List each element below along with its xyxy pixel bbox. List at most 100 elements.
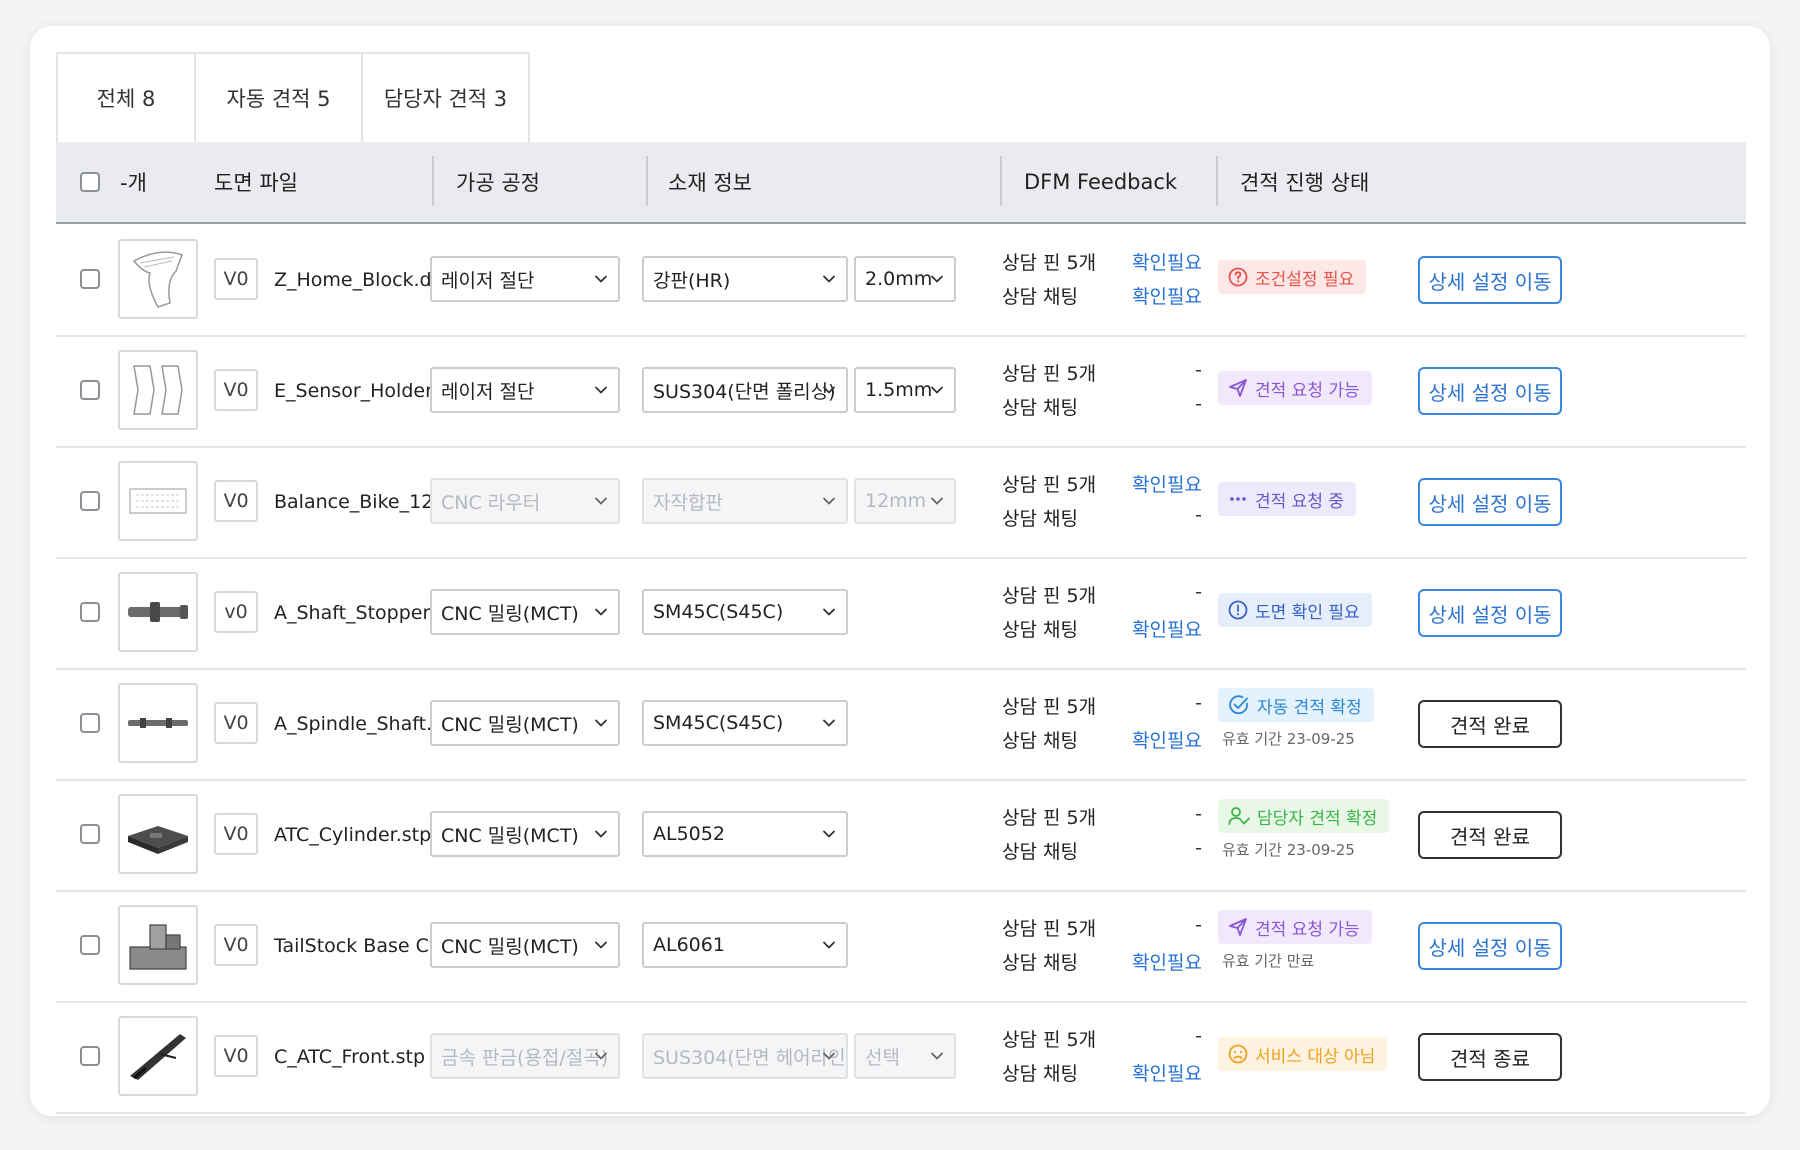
material-select-value: SM45C(S45C): [653, 712, 784, 734]
row-checkbox[interactable]: [80, 491, 100, 511]
row-action-button[interactable]: 상세 설정 이동: [1418, 589, 1562, 637]
version-badge[interactable]: V0: [214, 813, 258, 855]
status-badge: 견적 요청 중: [1218, 482, 1357, 516]
row-checkbox[interactable]: [80, 1046, 100, 1066]
row-action-button[interactable]: 상세 설정 이동: [1418, 256, 1562, 304]
block-part-icon[interactable]: [118, 905, 198, 985]
process-select-value: CNC 밀링(MCT): [441, 602, 579, 625]
row-checkbox[interactable]: [80, 269, 100, 289]
material-select[interactable]: AL6061: [642, 922, 848, 968]
material-select[interactable]: AL5052: [642, 811, 848, 857]
dfm-chat-label: 상담 채팅: [1002, 397, 1078, 419]
thickness-select-value: 선택: [865, 1046, 900, 1069]
file-name[interactable]: ATC_Cylinder.stp: [274, 779, 431, 890]
status-badge: 서비스 대상 아님: [1218, 1037, 1388, 1071]
send-icon: [1228, 378, 1255, 398]
process-select-value: CNC 밀링(MCT): [441, 824, 579, 847]
dfm-chat-label: 상담 채팅: [1002, 730, 1078, 752]
dfm-chat-label: 상담 채팅: [1002, 1063, 1078, 1085]
version-badge[interactable]: V0: [214, 480, 258, 522]
file-name[interactable]: Z_Home_Block.dxf: [274, 224, 450, 335]
material-select[interactable]: 강판(HR): [642, 256, 848, 302]
table-row: v0 A_Shaft_Stopper.stp CNC 밀링(MCT) SM45C(S4…: [56, 557, 1746, 670]
table-row: V0 Z_Home_Block.dxf 레이저 절단 강판(HR) 2.0mm 상담 핀 …: [56, 224, 1746, 337]
column-header-process: 가공 공정: [456, 171, 540, 195]
material-select-value: 강판(HR): [653, 269, 731, 292]
status-label: 서비스 대상 아님: [1255, 1046, 1376, 1067]
process-select[interactable]: CNC 밀링(MCT): [430, 922, 620, 968]
frame-part-icon[interactable]: [118, 1016, 198, 1096]
row-action-button[interactable]: 상세 설정 이동: [1418, 922, 1562, 970]
process-select[interactable]: 레이저 절단: [430, 367, 620, 413]
select-all-checkbox[interactable]: [80, 172, 100, 192]
flat-part-icon[interactable]: [118, 239, 198, 319]
row-action-button[interactable]: 견적 완료: [1418, 700, 1562, 748]
frown-icon: [1228, 1044, 1255, 1064]
material-select: 자작합판: [642, 478, 848, 524]
row-action-button[interactable]: 견적 종료: [1418, 1033, 1562, 1081]
version-badge[interactable]: V0: [214, 258, 258, 300]
shaft-part-icon[interactable]: [118, 572, 198, 652]
dfm-chat-value[interactable]: 확인필요: [1082, 615, 1202, 642]
bracket-part-icon[interactable]: [118, 350, 198, 430]
dfm-pin-value: -: [1195, 359, 1202, 381]
dfm-chat-value[interactable]: 확인필요: [1082, 948, 1202, 975]
status-label: 자동 견적 확정: [1257, 697, 1362, 718]
dfm-chat-value: -: [1195, 504, 1202, 526]
spindle-part-icon[interactable]: [118, 683, 198, 763]
dfm-chat-value[interactable]: 확인필요: [1082, 726, 1202, 753]
process-select[interactable]: 레이저 절단: [430, 256, 620, 302]
dfm-pin-value[interactable]: 확인필요: [1082, 470, 1202, 497]
selected-count-label: -개: [120, 171, 147, 195]
tab-auto-quote[interactable]: 자동 견적 5: [196, 52, 363, 142]
column-header-material: 소재 정보: [668, 171, 752, 195]
table-row: V0 Balance_Bike_12T.dxf CNC 라우터 자작합판 12mm 상담 …: [56, 446, 1746, 559]
send-icon: [1228, 917, 1255, 937]
dfm-chat-value[interactable]: 확인필요: [1082, 282, 1202, 309]
material-select[interactable]: SUS304(단면 폴리싱): [642, 367, 848, 413]
row-checkbox[interactable]: [80, 602, 100, 622]
material-select[interactable]: SM45C(S45C): [642, 589, 848, 635]
process-select[interactable]: CNC 밀링(MCT): [430, 811, 620, 857]
version-badge[interactable]: V0: [214, 702, 258, 744]
version-badge[interactable]: V0: [214, 924, 258, 966]
row-action-button[interactable]: 상세 설정 이동: [1418, 478, 1562, 526]
row-action-button[interactable]: 견적 완료: [1418, 811, 1562, 859]
sheet-part-icon[interactable]: [118, 461, 198, 541]
row-checkbox[interactable]: [80, 713, 100, 733]
row-checkbox[interactable]: [80, 824, 100, 844]
file-name[interactable]: C_ATC_Front.stp: [274, 1001, 425, 1112]
dfm-chat-value: -: [1195, 837, 1202, 859]
tab-all[interactable]: 전체 8: [56, 52, 196, 142]
status-badge: 조건설정 필요: [1218, 260, 1367, 294]
table-row: V0 C_ATC_Front.stp 금속 판금(용접/절곡) SUS304(단면 헤…: [56, 1001, 1746, 1114]
material-select-value: SUS304(단면 폴리싱): [653, 380, 836, 403]
material-select[interactable]: SM45C(S45C): [642, 700, 848, 746]
thickness-select[interactable]: 1.5mm: [854, 367, 956, 413]
dfm-chat-value[interactable]: 확인필요: [1082, 1059, 1202, 1086]
version-badge[interactable]: V0: [214, 1035, 258, 1077]
status-label: 견적 요청 중: [1255, 491, 1345, 512]
row-checkbox[interactable]: [80, 935, 100, 955]
thickness-select[interactable]: 2.0mm: [854, 256, 956, 302]
process-select-value: 금속 판금(용접/절곡): [441, 1046, 609, 1069]
material-select-value: SUS304(단면 헤어라인): [653, 1046, 848, 1069]
check-circle-icon: [1228, 694, 1257, 716]
version-badge[interactable]: v0: [214, 591, 258, 633]
row-checkbox[interactable]: [80, 380, 100, 400]
version-badge[interactable]: V0: [214, 369, 258, 411]
status-badge: 견적 요청 가능: [1218, 910, 1372, 944]
process-select[interactable]: CNC 밀링(MCT): [430, 700, 620, 746]
status-label: 조건설정 필요: [1255, 269, 1355, 290]
dfm-pin-value: -: [1195, 1025, 1202, 1047]
process-select[interactable]: CNC 밀링(MCT): [430, 589, 620, 635]
material-select-value: AL5052: [653, 823, 725, 845]
table-row: V0 A_Spindle_Shaft.stp CNC 밀링(MCT) SM45C(S4…: [56, 668, 1746, 781]
row-action-button[interactable]: 상세 설정 이동: [1418, 367, 1562, 415]
status-label: 견적 요청 가능: [1255, 919, 1360, 940]
dfm-pin-value[interactable]: 확인필요: [1082, 248, 1202, 275]
thickness-select-value: 1.5mm: [865, 379, 933, 401]
plate-part-icon[interactable]: [118, 794, 198, 874]
tab-manager-quote[interactable]: 담당자 견적 3: [363, 52, 530, 142]
status-validity: 유효 기간 만료: [1222, 952, 1315, 970]
